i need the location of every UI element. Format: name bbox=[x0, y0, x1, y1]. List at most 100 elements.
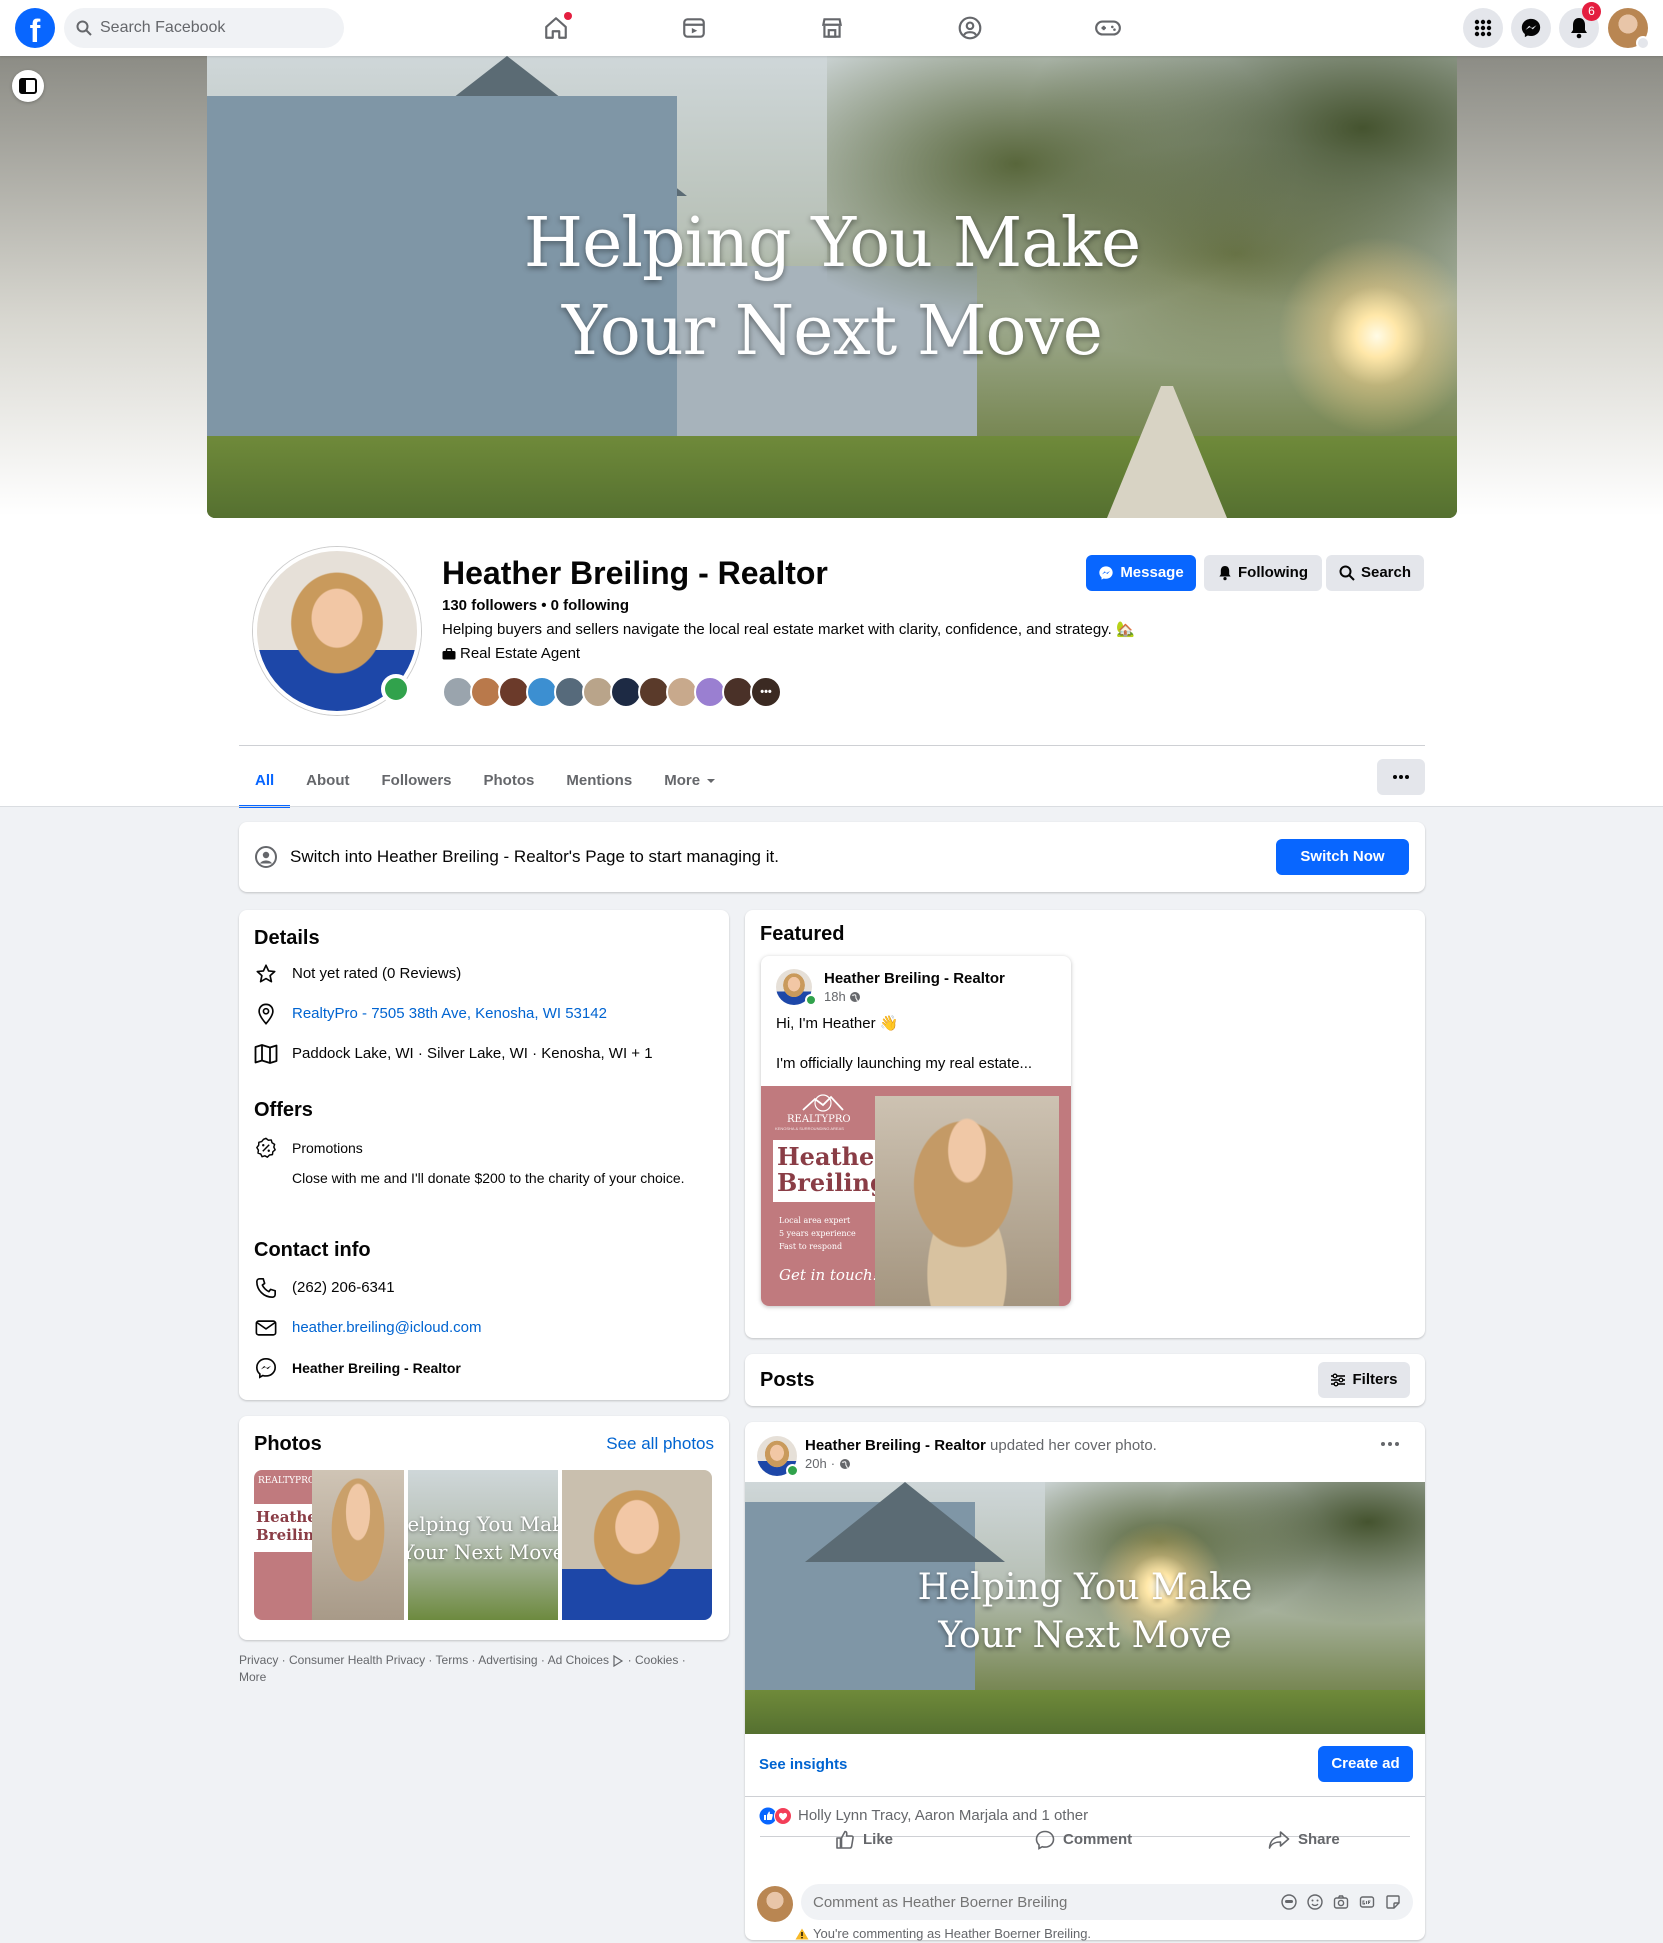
featured-time[interactable]: 18h bbox=[824, 989, 846, 1005]
avatar-sticker-icon[interactable] bbox=[1281, 1894, 1297, 1910]
post-cover-image[interactable]: Helping You Make Your Next Move bbox=[745, 1482, 1425, 1734]
profile-options-button[interactable] bbox=[1377, 759, 1425, 795]
photo-thumb-cover[interactable]: Helping You Make Your Next Move bbox=[408, 1470, 558, 1620]
sidebar-toggle-button[interactable] bbox=[12, 70, 44, 102]
nav-marketplace[interactable] bbox=[776, 8, 888, 48]
footer-terms[interactable]: Terms bbox=[436, 1653, 469, 1667]
tab-followers[interactable]: Followers bbox=[366, 757, 468, 805]
filters-button[interactable]: Filters bbox=[1318, 1362, 1410, 1398]
followers-count[interactable]: 130 followers bbox=[442, 597, 537, 614]
nav-groups[interactable] bbox=[914, 8, 1026, 48]
tab-all[interactable]: All bbox=[239, 757, 291, 808]
promotions-label: Promotions bbox=[292, 1140, 363, 1156]
message-button[interactable]: Message bbox=[1086, 555, 1196, 591]
nav-home[interactable] bbox=[500, 8, 612, 48]
account-avatar[interactable] bbox=[1608, 8, 1650, 50]
see-insights-link[interactable]: See insights bbox=[759, 1756, 847, 1773]
comment-button[interactable]: Comment bbox=[1035, 1830, 1132, 1850]
commenting-note: You're commenting as Heather Boerner Bre… bbox=[795, 1926, 1091, 1942]
more-followers[interactable]: ••• bbox=[750, 676, 782, 708]
address-link[interactable]: RealtyPro - 7505 38th Ave, Kenosha, WI 5… bbox=[292, 1004, 607, 1024]
address-row: RealtyPro - 7505 38th Ave, Kenosha, WI 5… bbox=[254, 1002, 607, 1026]
footer-ad-choices[interactable]: Ad Choices bbox=[548, 1653, 609, 1667]
see-all-photos-link[interactable]: See all photos bbox=[606, 1434, 714, 1454]
facebook-logo[interactable]: f bbox=[15, 8, 55, 48]
comment-input[interactable] bbox=[813, 1893, 1253, 1911]
following-count[interactable]: 0 following bbox=[551, 597, 629, 614]
thumbs-up-icon bbox=[835, 1830, 855, 1850]
camera-icon[interactable] bbox=[1333, 1894, 1349, 1910]
follow-counts: 130 followers • 0 following bbox=[442, 596, 629, 616]
post-options-button[interactable] bbox=[1381, 1442, 1399, 1446]
thumb-cover-title: Helping You Make Your Next Move bbox=[408, 1510, 558, 1566]
phone-number[interactable]: (262) 206-6341 bbox=[292, 1278, 395, 1298]
thumb-cover-line1: Helping You Make bbox=[408, 1512, 558, 1536]
footer-privacy[interactable]: Privacy bbox=[239, 1653, 278, 1667]
messenger-name[interactable]: Heather Breiling - Realtor bbox=[292, 1358, 461, 1378]
messenger-row: Heather Breiling - Realtor bbox=[254, 1356, 461, 1380]
flyer-portrait bbox=[875, 1096, 1059, 1306]
comment-tools bbox=[1281, 1894, 1401, 1910]
photo-thumb-flyer[interactable]: REALTYPRO Heather Breiling bbox=[254, 1470, 404, 1620]
email-link[interactable]: heather.breiling@icloud.com bbox=[292, 1318, 482, 1338]
posts-heading: Posts bbox=[760, 1369, 815, 1391]
switch-profile-icon bbox=[254, 845, 278, 869]
featured-author-name[interactable]: Heather Breiling - Realtor bbox=[824, 969, 1005, 989]
phone-icon bbox=[254, 1276, 278, 1300]
reactions-names[interactable]: Holly Lynn Tracy, Aaron Marjala and 1 ot… bbox=[798, 1806, 1088, 1826]
search-page-button[interactable]: Search bbox=[1326, 555, 1424, 591]
offer-description: Close with me and I'll donate $200 to th… bbox=[292, 1170, 685, 1186]
featured-line2: I'm officially launching my real estate.… bbox=[776, 1055, 1033, 1072]
top-navigation-bar: f Search Facebook 6 bbox=[0, 0, 1663, 56]
comment-box[interactable] bbox=[801, 1884, 1413, 1920]
messenger-button[interactable] bbox=[1511, 8, 1551, 48]
post-author-name[interactable]: Heather Breiling - Realtor bbox=[805, 1437, 986, 1454]
switch-now-button[interactable]: Switch Now bbox=[1276, 839, 1409, 875]
rating-text: Not yet rated (0 Reviews) bbox=[292, 965, 462, 982]
featured-line1: Hi, I'm Heather 👋 bbox=[776, 1015, 899, 1032]
ad-choices-icon bbox=[612, 1654, 624, 1667]
gif-icon[interactable] bbox=[1359, 1894, 1375, 1910]
more-dots-icon bbox=[1393, 775, 1409, 779]
photo-thumb-portrait[interactable] bbox=[562, 1470, 712, 1620]
thumb-portrait bbox=[312, 1470, 404, 1620]
menu-button[interactable] bbox=[1463, 8, 1503, 48]
emoji-icon[interactable] bbox=[1307, 1894, 1323, 1910]
grid-menu-icon bbox=[1473, 18, 1493, 38]
tab-more[interactable]: More bbox=[648, 757, 732, 805]
post-meta: 20h · bbox=[805, 1456, 851, 1472]
tab-mentions[interactable]: Mentions bbox=[550, 757, 648, 805]
commenter-avatar[interactable] bbox=[757, 1886, 793, 1922]
thumb-name-last: Breiling bbox=[256, 1526, 314, 1544]
following-button[interactable]: Following bbox=[1204, 555, 1322, 591]
featured-post-card[interactable]: Heather Breiling - Realtor 18h Hi, I'm H… bbox=[761, 956, 1071, 1306]
create-ad-button[interactable]: Create ad bbox=[1318, 1746, 1413, 1782]
category-label: Real Estate Agent bbox=[460, 645, 581, 662]
footer-consumer-health[interactable]: Consumer Health Privacy bbox=[289, 1653, 425, 1667]
search-input[interactable] bbox=[100, 19, 300, 37]
like-button[interactable]: Like bbox=[835, 1830, 893, 1850]
featured-heading: Featured bbox=[760, 923, 845, 945]
footer-advertising[interactable]: Advertising bbox=[478, 1653, 537, 1667]
details-card: Details Not yet rated (0 Reviews) Realty… bbox=[239, 910, 729, 1400]
header-divider bbox=[239, 745, 1425, 746]
service-area-text: Paddock Lake, WI · Silver Lake, WI · Ken… bbox=[292, 1045, 653, 1062]
nav-video[interactable] bbox=[638, 8, 750, 48]
tab-about[interactable]: About bbox=[290, 757, 365, 805]
post-image-title-line2: Your Next Move bbox=[938, 1615, 1232, 1656]
reactions-summary[interactable]: Holly Lynn Tracy, Aaron Marjala and 1 ot… bbox=[759, 1806, 1088, 1826]
sticker-icon[interactable] bbox=[1385, 1894, 1401, 1910]
search-facebook-field[interactable] bbox=[64, 8, 344, 48]
footer-cookies[interactable]: Cookies bbox=[635, 1653, 678, 1667]
featured-flyer-image[interactable]: REALTYPRO KENOSHA & SURROUNDING AREAS He… bbox=[761, 1086, 1071, 1306]
nav-gaming[interactable] bbox=[1052, 8, 1164, 48]
photos-heading: Photos bbox=[254, 1433, 322, 1455]
reaction-icons bbox=[759, 1807, 792, 1825]
post-time[interactable]: 20h bbox=[805, 1456, 827, 1472]
share-button[interactable]: Share bbox=[1268, 1830, 1340, 1850]
footer-more[interactable]: More bbox=[239, 1670, 266, 1684]
follow-separator: • bbox=[541, 597, 547, 614]
tab-photos[interactable]: Photos bbox=[468, 757, 551, 805]
follower-avatars[interactable]: ••• bbox=[442, 676, 782, 708]
gaming-icon bbox=[1094, 15, 1122, 41]
